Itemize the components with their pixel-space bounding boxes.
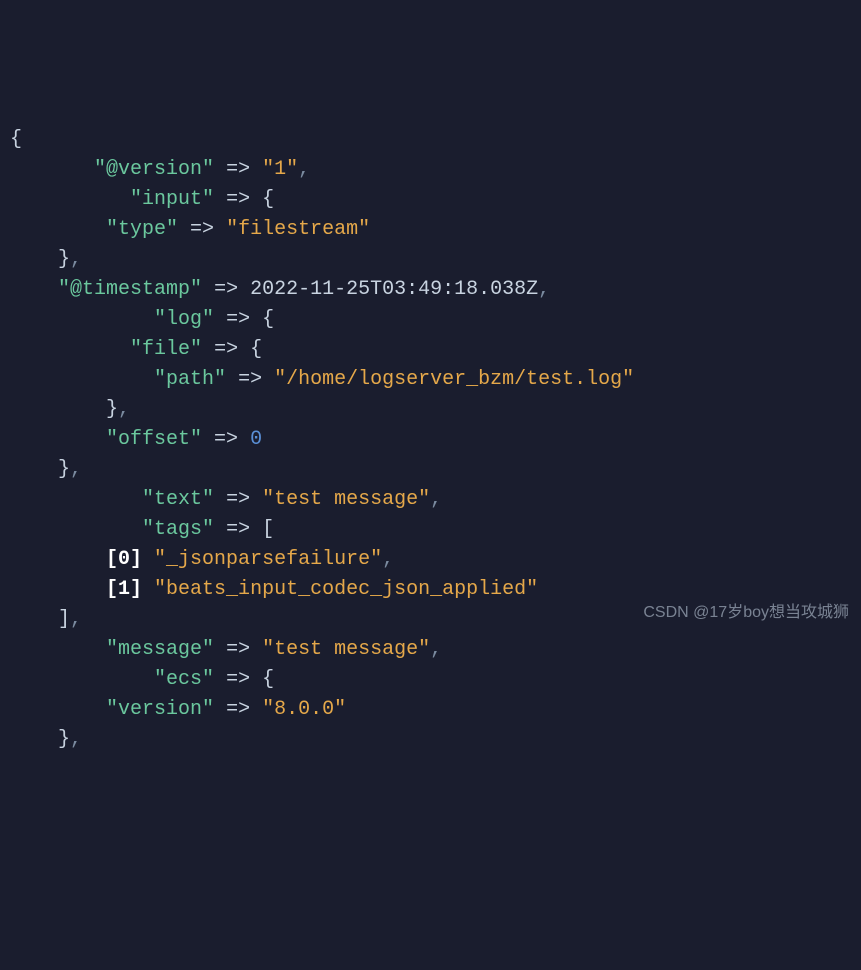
val-timestamp: 2022-11-25T03:49:18.038Z <box>250 278 538 301</box>
key-file: "file" <box>130 338 202 361</box>
key-type: "type" <box>106 218 178 241</box>
val-path: "/home/logserver_bzm/test.log" <box>274 368 634 391</box>
arrow: => <box>226 158 250 181</box>
val-tag0: "_jsonparsefailure" <box>154 548 382 571</box>
key-version: "@version" <box>94 158 214 181</box>
code-block: { "@version" => "1", "input" => { "type"… <box>10 125 851 755</box>
val-offset: 0 <box>250 428 262 451</box>
val-ecs-version: "8.0.0" <box>262 698 346 721</box>
index-0: [0] <box>106 548 142 571</box>
key-log: "log" <box>154 308 214 331</box>
key-ecs: "ecs" <box>154 668 214 691</box>
val-text: "test message" <box>262 488 430 511</box>
val-version: "1" <box>262 158 298 181</box>
key-version2: "version" <box>106 698 214 721</box>
key-offset: "offset" <box>106 428 202 451</box>
index-1: [1] <box>106 578 142 601</box>
key-message: "message" <box>106 638 214 661</box>
key-tags: "tags" <box>142 518 214 541</box>
val-tag1: "beats_input_codec_json_applied" <box>154 578 538 601</box>
key-input: "input" <box>130 188 214 211</box>
open-brace: { <box>10 128 22 151</box>
watermark-text: CSDN @17岁boy想当攻城狮 <box>643 601 849 625</box>
val-message: "test message" <box>262 638 430 661</box>
key-path: "path" <box>154 368 226 391</box>
key-timestamp: "@timestamp" <box>58 278 202 301</box>
val-type: "filestream" <box>226 218 370 241</box>
key-text: "text" <box>142 488 214 511</box>
